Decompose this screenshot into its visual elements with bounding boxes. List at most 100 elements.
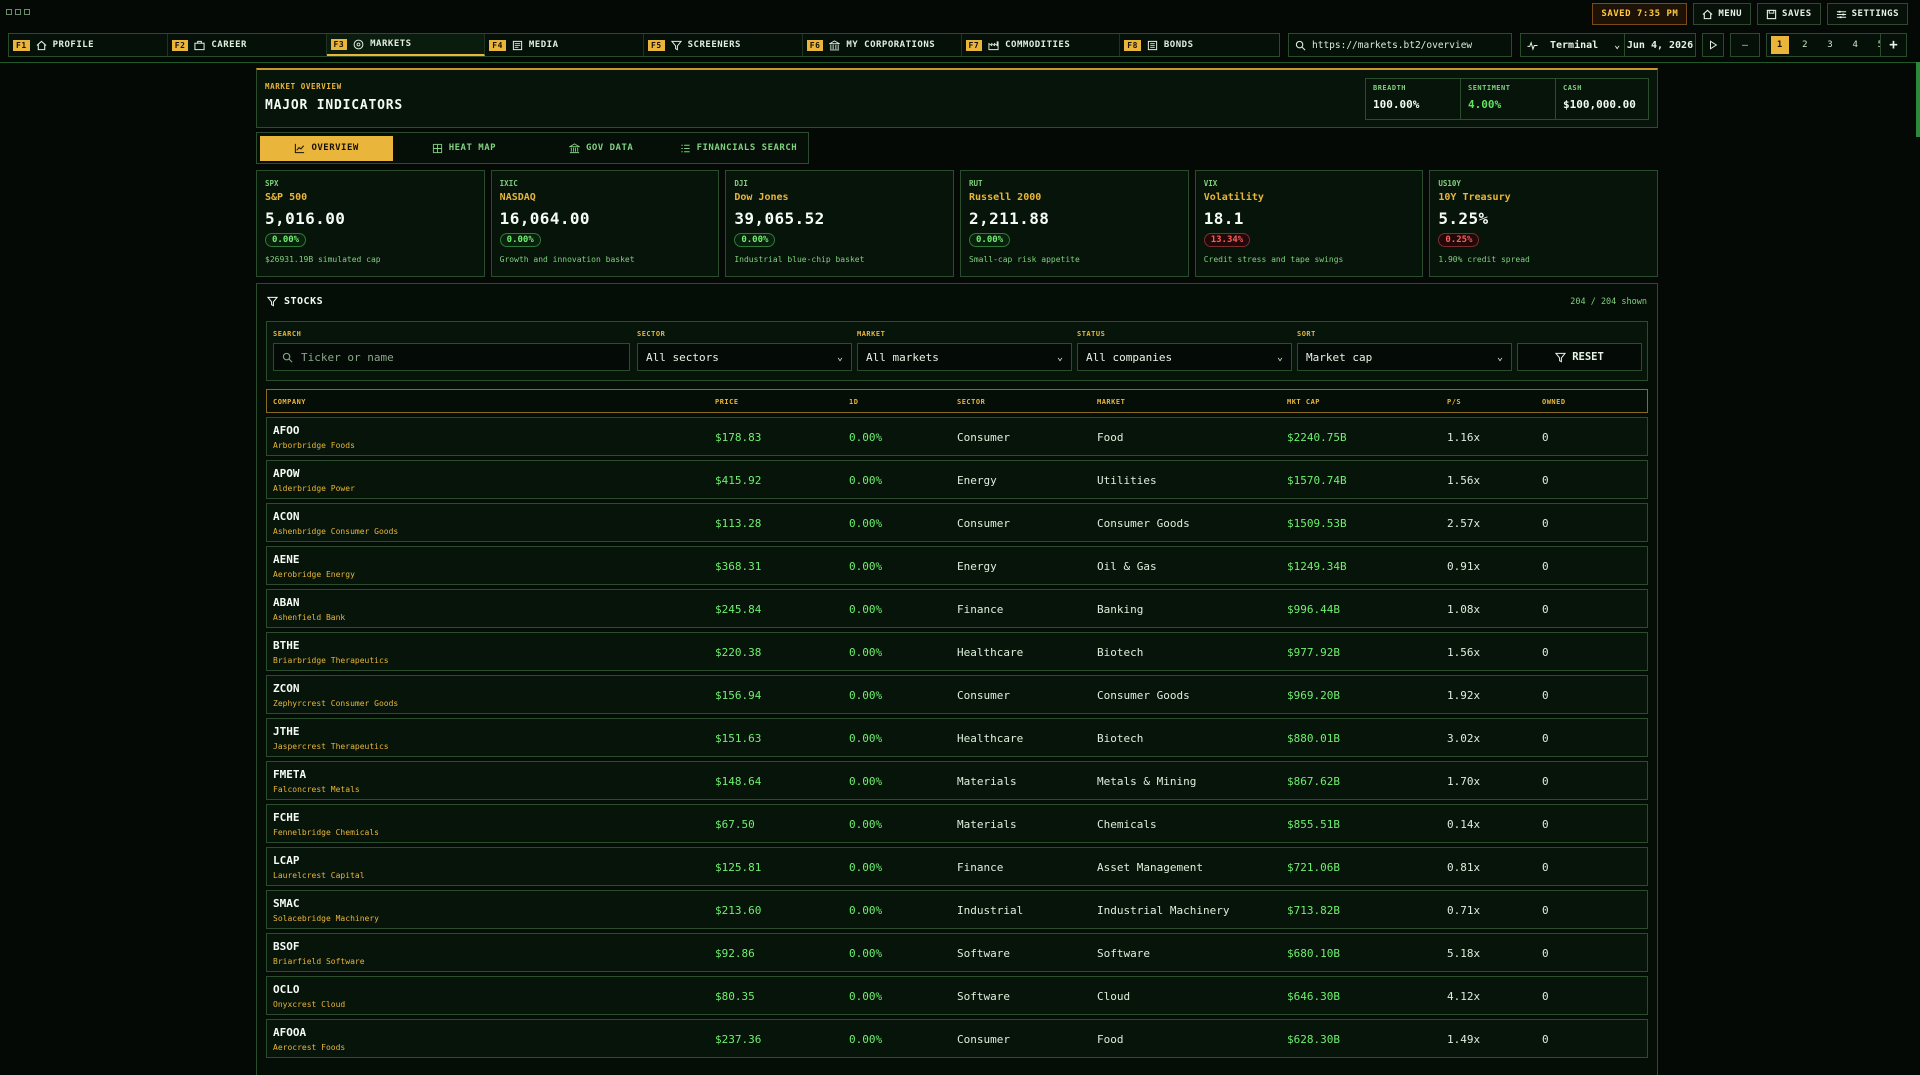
change-cell: 0.00% (849, 603, 883, 616)
tab-my-corporations[interactable]: F6 MY CORPORATIONS (803, 34, 962, 56)
summary-stats: BREADTH 100.00% SENTIMENT 4.00% CASH $100,000… (1365, 78, 1649, 120)
subtab-financials-search[interactable]: FINANCIALS SEARCH (672, 136, 805, 161)
subtab-gov-data[interactable]: GOV DATA (535, 136, 668, 161)
table-row[interactable]: APOW Alderbridge Power $415.92 0.00% Energy U… (266, 460, 1648, 499)
settings-button[interactable]: SETTINGS (1826, 3, 1908, 25)
factory-icon (988, 40, 999, 50)
table-row[interactable]: ZCON Zephyrcrest Consumer Goods $156.94 0.0… (266, 675, 1648, 714)
table-row[interactable]: BTHE Briarbridge Therapeutics $220.38 0.00%… (266, 632, 1648, 671)
table-row[interactable]: FMETA Falconcrest Metals $148.64 0.00% Mater… (266, 761, 1648, 800)
tab-screeners[interactable]: F5 SCREENERS (644, 34, 803, 56)
stocks-table: AFOO Arborbridge Foods $178.83 0.00% Consume… (266, 417, 1648, 1062)
column-header-1d[interactable]: 1D (849, 398, 858, 406)
table-row[interactable]: ACON Ashenbridge Consumer Goods $113.28 0.0… (266, 503, 1648, 542)
index-card[interactable]: US10Y 10Y Treasury 5.25% 0.25% 1.90% credit … (1429, 170, 1659, 277)
index-symbol: DJI (734, 179, 748, 188)
market-select[interactable]: All markets ⌄ (857, 343, 1072, 371)
ticker-cell: APOW (273, 467, 300, 480)
tab-media[interactable]: F4 MEDIA (485, 34, 644, 56)
ps-ratio-cell: 1.16x (1447, 431, 1481, 444)
add-button[interactable]: + (1880, 33, 1907, 57)
tab-career[interactable]: F2 CAREER (168, 34, 327, 56)
building-icon (829, 39, 841, 50)
sector-select[interactable]: All sectors ⌄ (637, 343, 852, 371)
tab-bonds[interactable]: F8 BONDS (1120, 34, 1279, 56)
function-key-badge: F7 (965, 39, 983, 51)
date-display[interactable]: Jun 4, 2026 (1624, 33, 1696, 57)
globe-icon (353, 39, 364, 49)
ticker-cell: AENE (273, 553, 300, 566)
table-row[interactable]: OCLO Onyxcrest Cloud $80.35 0.00% Software Cl… (266, 976, 1648, 1015)
play-button[interactable] (1702, 33, 1724, 57)
sector-cell: Energy (957, 474, 997, 487)
index-card[interactable]: DJI Dow Jones 39,065.52 0.00% Industrial blu… (725, 170, 955, 277)
ps-ratio-cell: 1.56x (1447, 474, 1481, 487)
sector-cell: Software (957, 990, 1010, 1003)
column-header-sector[interactable]: SECTOR (957, 398, 985, 406)
saves-button[interactable]: SAVES (1757, 3, 1821, 25)
tab-commodities[interactable]: F7 COMMODITIES (962, 34, 1121, 56)
change-cell: 0.00% (849, 646, 883, 659)
index-card[interactable]: VIX Volatility 18.1 13.34% Credit stress and… (1194, 170, 1424, 277)
sort-select[interactable]: Market cap ⌄ (1297, 343, 1512, 371)
table-row[interactable]: SMAC Solacebridge Machinery $213.60 0.00% In… (266, 890, 1648, 929)
page-3-button[interactable]: 3 (1821, 36, 1839, 54)
price-cell: $92.86 (715, 947, 755, 960)
price-cell: $67.50 (715, 818, 755, 831)
market-cell: Consumer Goods (1097, 517, 1190, 530)
page-2-button[interactable]: 2 (1796, 36, 1814, 54)
index-card[interactable]: IXIC NASDAQ 16,064.00 0.00% Growth and innov… (490, 170, 720, 277)
index-card[interactable]: RUT Russell 2000 2,211.88 0.00% Small-cap ri… (960, 170, 1189, 277)
window-dot[interactable] (6, 9, 12, 15)
company-name-cell: Aerocrest Foods (273, 1043, 346, 1052)
table-row[interactable]: JTHE Jaspercrest Therapeutics $151.63 0.00%… (266, 718, 1648, 757)
change-badge: 0.00% (734, 233, 776, 247)
table-row[interactable]: ABAN Ashenfield Bank $245.84 0.00% Finance Ba… (266, 589, 1648, 628)
page-4-button[interactable]: 4 (1846, 36, 1864, 54)
stocks-heading: STOCKS (267, 296, 323, 307)
stat-cash: CASH $100,000.00 (1556, 79, 1648, 119)
column-header-owned[interactable]: OWNED (1542, 398, 1566, 406)
stocks-title: STOCKS (284, 296, 324, 307)
ps-ratio-cell: 0.71x (1447, 904, 1481, 917)
ps-ratio-cell: 1.70x (1447, 775, 1481, 788)
url-bar[interactable]: https://markets.bt2/overview (1288, 33, 1512, 57)
window-dot[interactable] (24, 9, 30, 15)
status-select[interactable]: All companies ⌄ (1077, 343, 1292, 371)
search-input[interactable]: Ticker or name (273, 343, 630, 371)
table-row[interactable]: AFOOA Aerocrest Foods $237.36 0.00% Consumer… (266, 1019, 1648, 1058)
subtab-overview[interactable]: OVERVIEW (260, 135, 394, 161)
saved-status: SAVED 7:35 PM (1592, 3, 1688, 25)
subtab-heat-map[interactable]: HEAT MAP (397, 136, 530, 161)
dash-control[interactable]: – (1730, 33, 1760, 57)
table-row[interactable]: BSOF Briarfield Software $92.86 0.00% Softwa… (266, 933, 1648, 972)
function-key-badge: F3 (330, 38, 348, 50)
column-header-p-s[interactable]: P/S (1447, 398, 1461, 406)
scrollbar[interactable] (1916, 62, 1920, 137)
tab-profile[interactable]: F1 PROFILE (9, 34, 168, 56)
menu-button[interactable]: MENU (1693, 3, 1752, 25)
owned-cell: 0 (1542, 646, 1549, 659)
market-cap-cell: $880.01B (1287, 732, 1340, 745)
index-note: Small-cap risk appetite (969, 255, 1080, 264)
table-row[interactable]: FCHE Fennelbridge Chemicals $67.50 0.00% Mat… (266, 804, 1648, 843)
window-dot[interactable] (15, 9, 21, 15)
briefcase-icon (194, 40, 205, 50)
page-1-button[interactable]: 1 (1770, 36, 1789, 54)
change-cell: 0.00% (849, 689, 883, 702)
ps-ratio-cell: 0.81x (1447, 861, 1481, 874)
column-header-market[interactable]: MARKET (1097, 398, 1125, 406)
market-cap-cell: $721.06B (1287, 861, 1340, 874)
index-card[interactable]: SPX S&P 500 5,016.00 0.00% $26931.19B simula… (256, 170, 485, 277)
column-header-company[interactable]: COMPANY (273, 398, 306, 406)
column-header-price[interactable]: PRICE (715, 398, 739, 406)
market-cell: Biotech (1097, 732, 1144, 745)
column-header-mkt-cap[interactable]: MKT CAP (1287, 398, 1320, 406)
table-row[interactable]: LCAP Laurelcrest Capital $125.81 0.00% Finan… (266, 847, 1648, 886)
tab-markets[interactable]: F3 MARKETS (326, 34, 486, 56)
price-cell: $151.63 (715, 732, 762, 745)
table-row[interactable]: AFOO Arborbridge Foods $178.83 0.00% Consume… (266, 417, 1648, 456)
ps-ratio-cell: 1.92x (1447, 689, 1481, 702)
reset-button[interactable]: RESET (1517, 343, 1642, 371)
table-row[interactable]: AENE Aerobridge Energy $368.31 0.00% Energy O… (266, 546, 1648, 585)
